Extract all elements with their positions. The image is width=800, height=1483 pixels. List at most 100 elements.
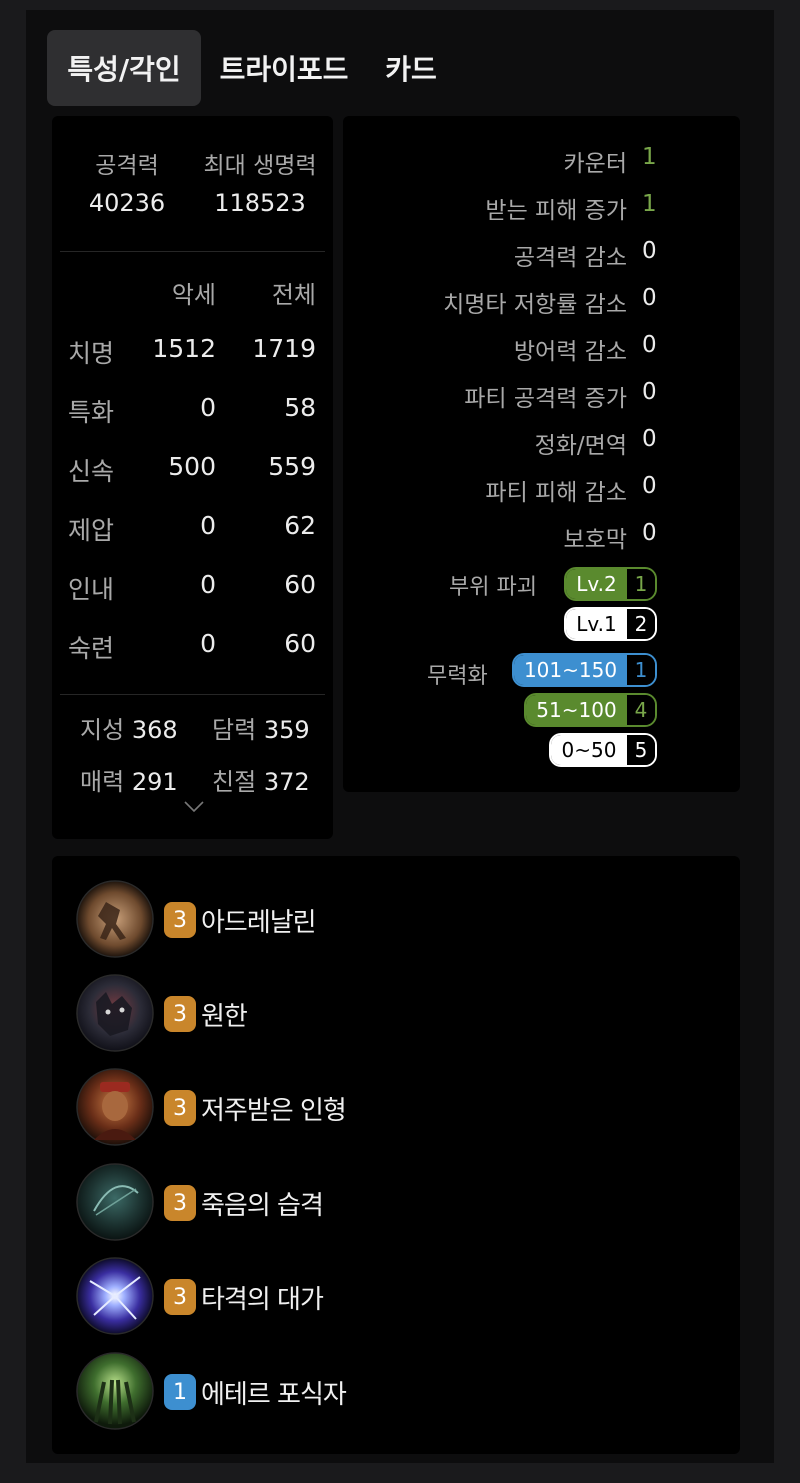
engraving-name: 타격의 대가 (201, 1285, 324, 1315)
effect-row-damage-taken: 받는 피해 증가 1 (343, 191, 740, 227)
cursed-doll-icon (76, 1068, 154, 1146)
stat-row-domination: 제압 0 62 (52, 511, 333, 551)
divider (60, 251, 325, 252)
attribute-name: 지성 (80, 716, 125, 744)
adrenaline-icon (76, 880, 154, 958)
badge-level: Lv.2 (566, 569, 627, 599)
hit-master-icon (76, 1257, 154, 1335)
attribute-value: 291 (131, 768, 178, 796)
neutralize-label: 무력화 (427, 664, 488, 689)
stat-row-specialization: 특화 0 58 (52, 393, 333, 433)
destruction-label: 부위 파괴 (449, 575, 537, 600)
badge-count: 1 (627, 655, 655, 685)
effect-value: 0 (642, 285, 657, 311)
badge-level: 101~150 (514, 655, 627, 685)
attribute-value: 372 (263, 768, 310, 796)
effect-row-crit-resist-down: 치명타 저항률 감소 0 (343, 285, 740, 321)
engraving-item[interactable]: 3 원한 (76, 974, 676, 1052)
effect-row-defense-down: 방어력 감소 0 (343, 332, 740, 368)
stat-name: 제압 (68, 516, 115, 545)
badge-level: 0~50 (551, 735, 627, 765)
tab-tripods[interactable]: 트라이포드 (201, 30, 367, 106)
stat-name: 치명 (68, 339, 115, 368)
effect-name: 받는 피해 증가 (485, 198, 627, 224)
attribute-name: 친절 (212, 768, 257, 796)
engraving-level: 1 (164, 1374, 196, 1410)
engraving-level: 3 (164, 1090, 196, 1126)
effect-value: 0 (642, 332, 657, 358)
tab-cards[interactable]: 카드 (367, 30, 455, 106)
stat-total: 60 (284, 570, 316, 599)
attribute-value: 359 (263, 716, 310, 744)
stat-total: 58 (284, 393, 316, 422)
destruction-badge-lv2: Lv.2 1 (564, 567, 657, 601)
stat-row-endurance: 인내 0 60 (52, 570, 333, 610)
effect-row-cleanse: 정화/면역 0 (343, 426, 740, 462)
badge-level: 51~100 (526, 695, 627, 725)
stats-panel: 공격력 최대 생명력 40236 118523 악세 전체 치명 1512 17… (52, 116, 333, 839)
stat-name: 신속 (68, 457, 115, 486)
stat-accessory: 500 (168, 452, 216, 481)
tab-engravings[interactable]: 특성/각인 (47, 30, 201, 106)
attribute-intellect: 지성 368 (80, 710, 178, 745)
engraving-name: 에테르 포식자 (201, 1380, 347, 1410)
stat-accessory: 0 (200, 570, 216, 599)
engraving-name: 원한 (201, 1002, 248, 1032)
engraving-name: 아드레날린 (201, 908, 317, 938)
stat-total: 60 (284, 629, 316, 658)
stat-name: 특화 (68, 398, 115, 427)
badge-count: 5 (627, 735, 655, 765)
engravings-panel: 3 아드레날린 3 원한 3 저주받은 인형 3 죽음의 습격 3 타격의 대가… (52, 856, 740, 1454)
engraving-item[interactable]: 3 죽음의 습격 (76, 1163, 676, 1241)
effect-name: 카운터 (563, 151, 627, 177)
stat-accessory: 1512 (152, 334, 216, 363)
badge-level: Lv.1 (566, 609, 627, 639)
divider (60, 694, 325, 695)
neutralize-badge-high: 101~150 1 (512, 653, 657, 687)
attack-label: 공격력 (95, 153, 159, 179)
engraving-item[interactable]: 3 아드레날린 (76, 880, 676, 958)
death-strike-icon (76, 1163, 154, 1241)
destruction-badge-lv1: Lv.1 2 (564, 607, 657, 641)
chevron-down-icon[interactable] (183, 800, 205, 814)
badge-count: 2 (627, 609, 655, 639)
effect-name: 공격력 감소 (513, 245, 627, 271)
stat-name: 숙련 (68, 634, 115, 663)
effect-name: 정화/면역 (534, 433, 627, 459)
effect-name: 파티 공격력 증가 (464, 386, 627, 412)
tab-bar: 특성/각인 트라이포드 카드 (47, 30, 455, 106)
attribute-kindness: 친절 372 (212, 762, 310, 797)
effect-name: 파티 피해 감소 (485, 480, 627, 506)
engraving-name: 저주받은 인형 (201, 1096, 347, 1126)
engraving-level: 3 (164, 902, 196, 938)
badge-count: 1 (627, 569, 655, 599)
effect-row-shield: 보호막 0 (343, 520, 740, 556)
attribute-name: 매력 (80, 768, 125, 796)
effect-value: 0 (642, 379, 657, 405)
stat-row-swiftness: 신속 500 559 (52, 452, 333, 492)
neutralize-badge-low: 0~50 5 (549, 733, 657, 767)
effect-row-counter: 카운터 1 (343, 144, 740, 180)
effect-value: 0 (642, 520, 657, 546)
effect-value: 1 (642, 191, 657, 217)
engraving-item[interactable]: 1 에테르 포식자 (76, 1352, 676, 1430)
effect-row-attack-down: 공격력 감소 0 (343, 238, 740, 274)
effects-panel: 카운터 1 받는 피해 증가 1 공격력 감소 0 치명타 저항률 감소 0 방… (343, 116, 740, 792)
engraving-name: 죽음의 습격 (201, 1191, 324, 1221)
engraving-level: 3 (164, 1279, 196, 1315)
engraving-item[interactable]: 3 저주받은 인형 (76, 1068, 676, 1146)
col-total: 전체 (271, 281, 316, 309)
effect-value: 0 (642, 238, 657, 264)
stat-accessory: 0 (200, 393, 216, 422)
stat-accessory: 0 (200, 511, 216, 540)
engraving-item[interactable]: 3 타격의 대가 (76, 1257, 676, 1335)
effect-value: 0 (642, 473, 657, 499)
effect-value: 0 (642, 426, 657, 452)
effect-value: 1 (642, 144, 657, 170)
stat-total: 559 (268, 452, 316, 481)
effect-row-party-attack-up: 파티 공격력 증가 0 (343, 379, 740, 415)
col-accessory: 악세 (171, 281, 216, 309)
stat-row-expertise: 숙련 0 60 (52, 629, 333, 669)
engraving-level: 3 (164, 1185, 196, 1221)
grudge-icon (76, 974, 154, 1052)
